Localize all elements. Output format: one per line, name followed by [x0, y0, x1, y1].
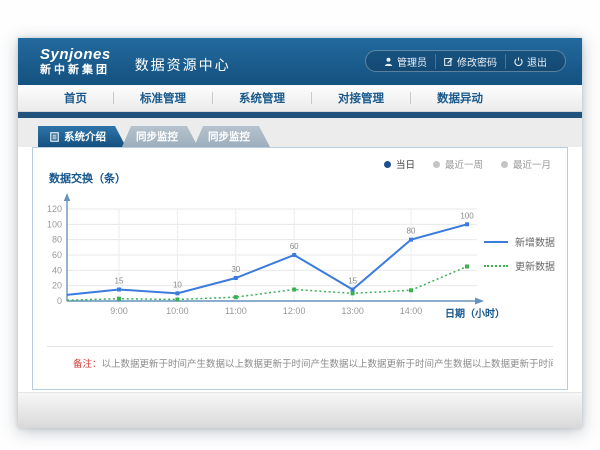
filter-label: 最近一周 — [445, 157, 483, 171]
nav-item-interface[interactable]: 对接管理 — [312, 90, 410, 106]
radio-dot-icon — [384, 161, 391, 168]
user-toolbar: 管理员 修改密码 退出 — [365, 50, 566, 72]
dotted-line-icon — [484, 265, 508, 267]
nav-item-data-change[interactable]: 数据异动 — [411, 90, 509, 106]
page: Synjones 新中新集团 数据资源中心 管理员 修改密码 退出 — [0, 0, 600, 450]
footnote: 备注：以上数据更新于时间产生数据以上数据更新于时间产生数据以上数据更新于时间产生… — [73, 356, 553, 370]
x-tick-label: 14:00 — [400, 306, 423, 316]
app-window: Synjones 新中新集团 数据资源中心 管理员 修改密码 退出 — [18, 38, 582, 428]
page-title: 数据资源中心 — [135, 55, 231, 75]
x-tick-label: 13:00 — [341, 306, 364, 316]
filter-today[interactable]: 当日 — [384, 157, 415, 171]
legend-label: 更新数据 — [515, 258, 555, 273]
logo-company: 新中新集团 — [40, 65, 111, 76]
filter-last-week[interactable]: 最近一周 — [433, 157, 483, 171]
range-filters: 当日 最近一周 最近一月 — [384, 157, 551, 171]
main-nav: 首页 标准管理 系统管理 对接管理 数据异动 — [18, 85, 582, 112]
tab-label: 系统介绍 — [64, 129, 106, 144]
change-password-label: 修改密码 — [457, 54, 497, 69]
logo-brand: Synjones — [40, 47, 111, 62]
note-divider — [47, 346, 553, 347]
x-axis-title: 日期（小时） — [445, 307, 505, 320]
y-axis-arrow-icon — [64, 193, 70, 201]
data-point — [117, 297, 121, 301]
user-label: 管理员 — [397, 54, 427, 69]
data-point — [409, 288, 413, 292]
footnote-prefix: 备注： — [73, 359, 102, 370]
data-point — [351, 291, 355, 295]
logout-label: 退出 — [527, 54, 547, 69]
x-tick-label: 9:00 — [110, 306, 128, 316]
solid-line-icon — [484, 241, 508, 243]
data-point — [117, 288, 121, 292]
radio-dot-icon — [501, 161, 508, 168]
power-icon — [514, 57, 523, 66]
filter-last-month[interactable]: 最近一月 — [501, 157, 551, 171]
user-icon — [384, 57, 393, 66]
tab-system-intro[interactable]: 系统介绍 — [38, 126, 126, 147]
nav-item-standards[interactable]: 标准管理 — [114, 90, 212, 106]
tab-label: 同步监控 — [208, 129, 250, 144]
y-tick-label: 100 — [47, 219, 62, 229]
logo: Synjones 新中新集团 — [40, 47, 111, 76]
filter-label: 当日 — [396, 157, 415, 171]
tab-sync-monitor-1[interactable]: 同步监控 — [122, 126, 198, 147]
tab-label: 同步监控 — [136, 129, 178, 144]
data-point — [351, 288, 355, 292]
data-point — [234, 276, 238, 280]
tab-sync-monitor-2[interactable]: 同步监控 — [194, 126, 270, 147]
y-tick-label: 80 — [52, 235, 62, 245]
data-point — [409, 238, 413, 242]
radio-dot-icon — [433, 161, 440, 168]
legend-label: 新增数据 — [515, 234, 555, 249]
legend-item-new-data: 新增数据 — [484, 234, 555, 249]
data-point-label: 15 — [115, 277, 124, 286]
y-tick-label: 0 — [57, 296, 62, 306]
footnote-text: 以上数据更新于时间产生数据以上数据更新于时间产生数据以上数据更新于时间产生数据以… — [102, 359, 553, 370]
x-tick-label: 12:00 — [283, 306, 306, 316]
nav-item-system[interactable]: 系统管理 — [213, 90, 311, 106]
data-point — [465, 222, 469, 226]
content-panel: 当日 最近一周 最近一月 数据交换（条） 0 20 40 60 80 100 120 9:00… — [32, 147, 568, 390]
logout-button[interactable]: 退出 — [505, 54, 555, 69]
window-footer — [18, 392, 582, 428]
change-password-button[interactable]: 修改密码 — [435, 54, 505, 69]
x-tick-label: 11:00 — [225, 306, 247, 316]
nav-item-home[interactable]: 首页 — [38, 90, 113, 106]
data-point — [234, 295, 238, 299]
data-point — [292, 288, 296, 292]
y-axis-title: 数据交换（条） — [49, 170, 126, 186]
data-point-label: 80 — [407, 227, 416, 236]
filter-label: 最近一月 — [513, 157, 551, 171]
data-point — [175, 291, 179, 295]
data-point-label: 30 — [231, 265, 240, 274]
legend-item-update-data: 更新数据 — [484, 258, 555, 273]
y-tick-label: 40 — [52, 265, 62, 275]
data-point — [292, 253, 296, 257]
data-point-label: 10 — [173, 280, 182, 289]
data-point-label: 100 — [460, 211, 474, 220]
data-point — [175, 297, 179, 301]
tab-bar: 系统介绍 同步监控 同步监控 — [18, 118, 582, 147]
series-line-更新数据 — [67, 267, 467, 301]
edit-icon — [444, 57, 453, 66]
y-tick-label: 60 — [52, 250, 62, 260]
document-icon — [50, 132, 59, 142]
app-header: Synjones 新中新集团 数据资源中心 管理员 修改密码 退出 — [18, 38, 582, 85]
x-tick-label: 10:00 — [166, 306, 189, 316]
y-tick-label: 20 — [52, 281, 62, 291]
line-chart: 0 20 40 60 80 100 120 9:00 10:00 11:00 12:00 13:00 1… — [37, 186, 537, 331]
chart-legend: 新增数据 更新数据 — [484, 234, 555, 282]
data-point-label: 15 — [348, 277, 357, 286]
user-menu[interactable]: 管理员 — [376, 54, 435, 69]
data-point-label: 60 — [290, 242, 299, 251]
x-axis-arrow-icon — [475, 298, 484, 305]
y-tick-label: 120 — [47, 204, 62, 214]
data-point — [465, 265, 469, 269]
